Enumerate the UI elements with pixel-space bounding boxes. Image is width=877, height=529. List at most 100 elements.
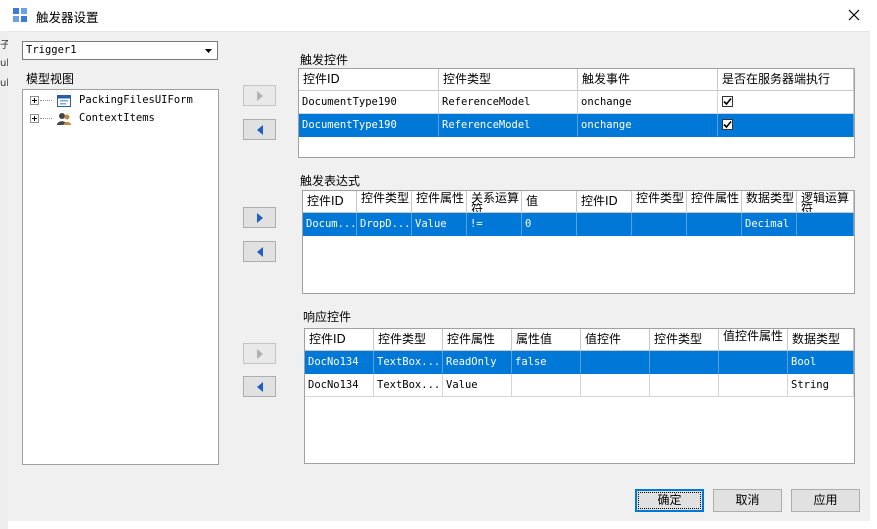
tree-node-packingfiles[interactable]: PackingFilesUIForm xyxy=(23,92,213,110)
cell-server-exec[interactable] xyxy=(718,91,854,114)
window-border-bottom xyxy=(8,521,870,529)
column-header[interactable]: 值控件属性 xyxy=(719,329,788,351)
remove-response-control-button[interactable] xyxy=(243,376,276,397)
column-header[interactable]: 控件类型 xyxy=(632,191,687,213)
cell-value-control-property[interactable] xyxy=(687,213,742,236)
cell-control-type[interactable]: TextBox... xyxy=(374,351,443,374)
arrow-left-icon xyxy=(257,382,263,392)
column-header[interactable]: 控件ID xyxy=(303,191,357,213)
column-header[interactable]: 值 xyxy=(522,191,577,213)
column-header[interactable]: 控件ID xyxy=(577,191,632,213)
cell-trigger-event[interactable]: onchange xyxy=(578,114,718,137)
cell-control-type[interactable]: TextBox... xyxy=(374,374,443,397)
cell-control-id[interactable]: DocNo134 xyxy=(305,351,374,374)
remove-expression-button[interactable] xyxy=(243,241,276,262)
cell-property-value[interactable]: false xyxy=(512,351,581,374)
trigger-expression-grid[interactable]: 控件ID 控件类型 控件属性 关系运算符 值 控件ID 控件类型 控件属性 数据… xyxy=(302,190,855,294)
expand-plus-icon[interactable] xyxy=(30,114,39,123)
column-header[interactable]: 关系运算符 xyxy=(467,191,522,213)
cell-control-type[interactable]: ReferenceModel xyxy=(439,114,578,137)
users-icon xyxy=(57,113,71,125)
column-header[interactable]: 控件属性 xyxy=(412,191,467,213)
table-row[interactable]: DocumentType190 ReferenceModel onchange xyxy=(299,91,854,114)
cell-value-control-id[interactable] xyxy=(577,213,632,236)
column-header[interactable]: 值控件 xyxy=(581,329,650,351)
cell-control-id[interactable]: DocumentType190 xyxy=(299,91,439,114)
trigger-select[interactable]: Trigger1 xyxy=(22,41,218,60)
trigger-expression-label: 触发表达式 xyxy=(300,174,361,188)
cell-value[interactable]: 0 xyxy=(522,213,577,236)
cell-value-control-property[interactable] xyxy=(719,351,788,374)
cell-data-type[interactable]: Bool xyxy=(788,351,854,374)
column-header[interactable]: 逻辑运算符 xyxy=(797,191,854,213)
model-tree[interactable]: PackingFilesUIForm ContextItems xyxy=(22,89,219,465)
checkmark-icon xyxy=(723,120,732,129)
remove-trigger-control-button[interactable] xyxy=(243,119,276,140)
column-header[interactable]: 触发事件 xyxy=(578,69,718,91)
table-row[interactable]: DocumentType190 ReferenceModel onchange xyxy=(299,114,854,137)
window-border-right xyxy=(870,31,877,529)
cell-control-type[interactable]: ReferenceModel xyxy=(439,91,578,114)
ok-button[interactable]: 确定 xyxy=(635,489,704,512)
cell-server-exec[interactable] xyxy=(718,114,854,137)
expand-plus-icon[interactable] xyxy=(30,96,39,105)
cell-data-type[interactable]: String xyxy=(788,374,854,397)
apply-button[interactable]: 应用 xyxy=(791,489,860,512)
cell-control-id[interactable]: DocNo134 xyxy=(305,374,374,397)
column-header[interactable]: 是否在服务器端执行 xyxy=(718,69,854,91)
cell-control-property[interactable]: Value xyxy=(443,374,512,397)
cancel-button[interactable]: 取消 xyxy=(713,489,782,512)
form-icon xyxy=(57,95,71,107)
checkmark-icon xyxy=(723,97,732,106)
column-header[interactable]: 数据类型 xyxy=(788,329,854,351)
cell-control-property[interactable]: Value xyxy=(412,213,467,236)
grid-header: 控件ID 控件类型 控件属性 关系运算符 值 控件ID 控件类型 控件属性 数据… xyxy=(303,191,854,213)
cell-value-control-type[interactable] xyxy=(650,351,719,374)
column-header[interactable]: 控件ID xyxy=(305,329,374,351)
cell-property-value[interactable] xyxy=(512,374,581,397)
cell-control-id[interactable]: DocumentType190 xyxy=(299,114,439,137)
arrow-right-icon xyxy=(257,213,263,223)
add-trigger-control-button[interactable] xyxy=(243,85,276,106)
column-header[interactable]: 数据类型 xyxy=(742,191,797,213)
tree-node-contextitems[interactable]: ContextItems xyxy=(23,110,213,128)
cell-control-id[interactable]: Docum... xyxy=(303,213,357,236)
cell-trigger-event[interactable]: onchange xyxy=(578,91,718,114)
add-response-control-button[interactable] xyxy=(243,343,276,364)
arrow-right-icon xyxy=(257,91,263,101)
cell-control-property[interactable]: ReadOnly xyxy=(443,351,512,374)
server-exec-checkbox[interactable] xyxy=(722,119,733,130)
response-controls-grid[interactable]: 控件ID 控件类型 控件属性 属性值 值控件 控件类型 值控件属性 数据类型 D… xyxy=(304,328,855,464)
cell-logical-operator[interactable] xyxy=(797,213,854,236)
column-header[interactable]: 控件类型 xyxy=(374,329,443,351)
add-expression-button[interactable] xyxy=(243,207,276,228)
window-grid-icon xyxy=(13,8,27,22)
table-row[interactable]: Docum... DropD... Value != 0 Decimal xyxy=(303,213,854,236)
cell-value-control[interactable] xyxy=(581,351,650,374)
cell-value-control-property[interactable] xyxy=(719,374,788,397)
cell-control-type[interactable]: DropD... xyxy=(357,213,412,236)
trigger-controls-grid[interactable]: 控件ID 控件类型 触发事件 是否在服务器端执行 DocumentType190… xyxy=(298,68,855,158)
column-header[interactable]: 控件类型 xyxy=(650,329,719,351)
column-header[interactable]: 属性值 xyxy=(512,329,581,351)
table-row[interactable]: DocNo134 TextBox... Value String xyxy=(305,374,854,397)
column-header[interactable]: 控件类型 xyxy=(439,69,578,91)
tree-line xyxy=(40,118,52,119)
close-icon[interactable] xyxy=(840,3,868,27)
dialog-client: Trigger1 模型视图 PackingFilesUIForm Context… xyxy=(8,31,870,521)
table-row[interactable]: DocNo134 TextBox... ReadOnly false Bool xyxy=(305,351,854,374)
cell-value-control-type[interactable] xyxy=(632,213,687,236)
tree-line xyxy=(40,100,52,101)
cell-data-type[interactable]: Decimal xyxy=(742,213,797,236)
cell-value-control[interactable] xyxy=(581,374,650,397)
chevron-down-icon[interactable] xyxy=(200,42,217,59)
column-header[interactable]: 控件属性 xyxy=(443,329,512,351)
cell-relational-operator[interactable]: != xyxy=(467,213,522,236)
title-bar: 触发器设置 xyxy=(0,0,877,31)
column-header[interactable]: 控件类型 xyxy=(357,191,412,213)
arrow-right-icon xyxy=(257,349,263,359)
column-header[interactable]: 控件ID xyxy=(299,69,439,91)
column-header[interactable]: 控件属性 xyxy=(687,191,742,213)
cell-value-control-type[interactable] xyxy=(650,374,719,397)
server-exec-checkbox[interactable] xyxy=(722,96,733,107)
